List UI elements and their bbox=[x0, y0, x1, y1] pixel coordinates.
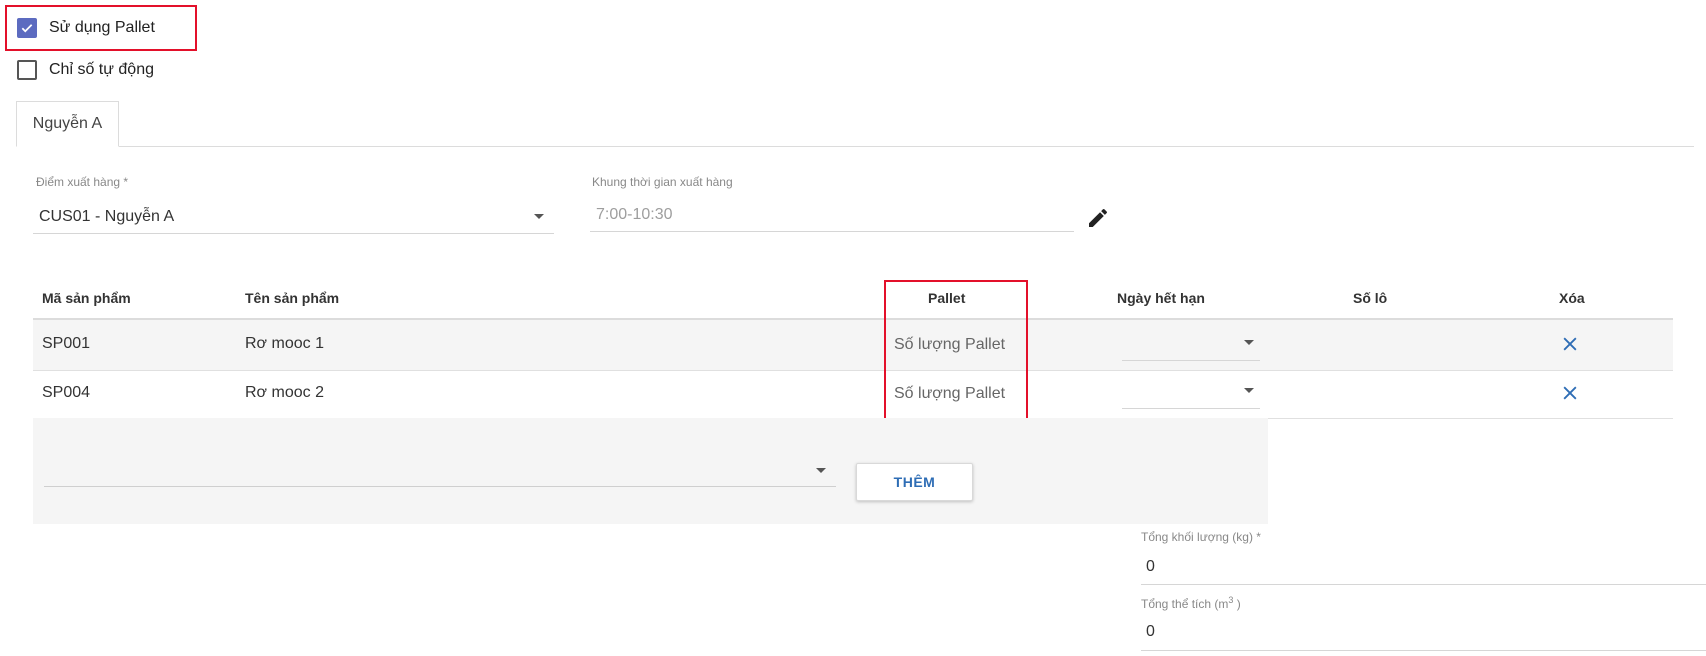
chevron-down-icon bbox=[816, 468, 826, 473]
total-weight-underline bbox=[1141, 584, 1706, 585]
row-1-expiry-underline bbox=[1122, 360, 1260, 361]
product-select[interactable] bbox=[44, 456, 836, 486]
add-button[interactable]: THÊM bbox=[856, 463, 973, 501]
edit-icon[interactable] bbox=[1086, 206, 1110, 230]
total-volume-label-text: Tổng thể tích (m bbox=[1141, 597, 1229, 611]
row-2-expiry-select[interactable] bbox=[1122, 378, 1260, 408]
total-volume-label: Tổng thể tích (m3 ) bbox=[1141, 595, 1241, 611]
row-2-name: Rơ mooc 2 bbox=[245, 384, 324, 401]
export-point-select[interactable]: CUS01 - Nguyễn A bbox=[33, 200, 554, 234]
total-weight-input[interactable]: 0 bbox=[1146, 558, 1155, 576]
product-select-underline bbox=[44, 486, 836, 487]
row-2-code: SP004 bbox=[42, 384, 91, 401]
row-1-delete-icon[interactable] bbox=[1560, 334, 1580, 354]
highlight-pallet-column bbox=[884, 280, 1028, 440]
total-weight-label: Tổng khối lượng (kg) * bbox=[1141, 530, 1261, 544]
auto-index-checkbox-row[interactable]: Chỉ số tự động bbox=[17, 60, 154, 80]
export-point-underline bbox=[33, 233, 554, 234]
use-pallet-checkbox[interactable] bbox=[17, 18, 37, 38]
row-2-delete-icon[interactable] bbox=[1560, 383, 1580, 403]
header-product-name: Tên sản phẩm bbox=[245, 290, 340, 306]
total-volume-input[interactable]: 0 bbox=[1146, 623, 1155, 641]
time-window-label: Khung thời gian xuất hàng bbox=[592, 175, 733, 189]
tab-nguyen-a[interactable]: Nguyễn A bbox=[16, 101, 119, 147]
header-delete: Xóa bbox=[1559, 290, 1585, 306]
row-divider bbox=[33, 370, 1673, 371]
chevron-down-icon bbox=[1244, 340, 1254, 345]
row-2-expiry-underline bbox=[1122, 408, 1260, 409]
export-point-value: CUS01 - Nguyễn A bbox=[39, 208, 175, 225]
row-1-name: Rơ mooc 1 bbox=[245, 335, 324, 352]
use-pallet-checkbox-row[interactable]: Sử dụng Pallet bbox=[17, 18, 155, 38]
check-icon bbox=[21, 24, 33, 33]
tab-bar-divider bbox=[16, 146, 1694, 147]
total-volume-underline bbox=[1141, 650, 1706, 651]
time-window-underline bbox=[590, 231, 1074, 232]
export-point-label: Điểm xuất hàng * bbox=[36, 175, 129, 189]
row-1-code: SP001 bbox=[42, 335, 91, 352]
auto-index-checkbox[interactable] bbox=[17, 60, 37, 80]
chevron-down-icon bbox=[534, 214, 544, 219]
header-product-code: Mã sản phẩm bbox=[42, 290, 131, 306]
use-pallet-label: Sử dụng Pallet bbox=[49, 19, 155, 36]
chevron-down-icon bbox=[1244, 388, 1254, 393]
header-lot: Số lô bbox=[1353, 290, 1388, 306]
header-expiry: Ngày hết hạn bbox=[1117, 290, 1205, 306]
total-volume-label-end: ) bbox=[1233, 597, 1241, 611]
row-1-expiry-select[interactable] bbox=[1122, 330, 1260, 360]
time-window-input[interactable]: 7:00-10:30 bbox=[596, 206, 673, 224]
auto-index-label: Chỉ số tự động bbox=[49, 61, 154, 78]
